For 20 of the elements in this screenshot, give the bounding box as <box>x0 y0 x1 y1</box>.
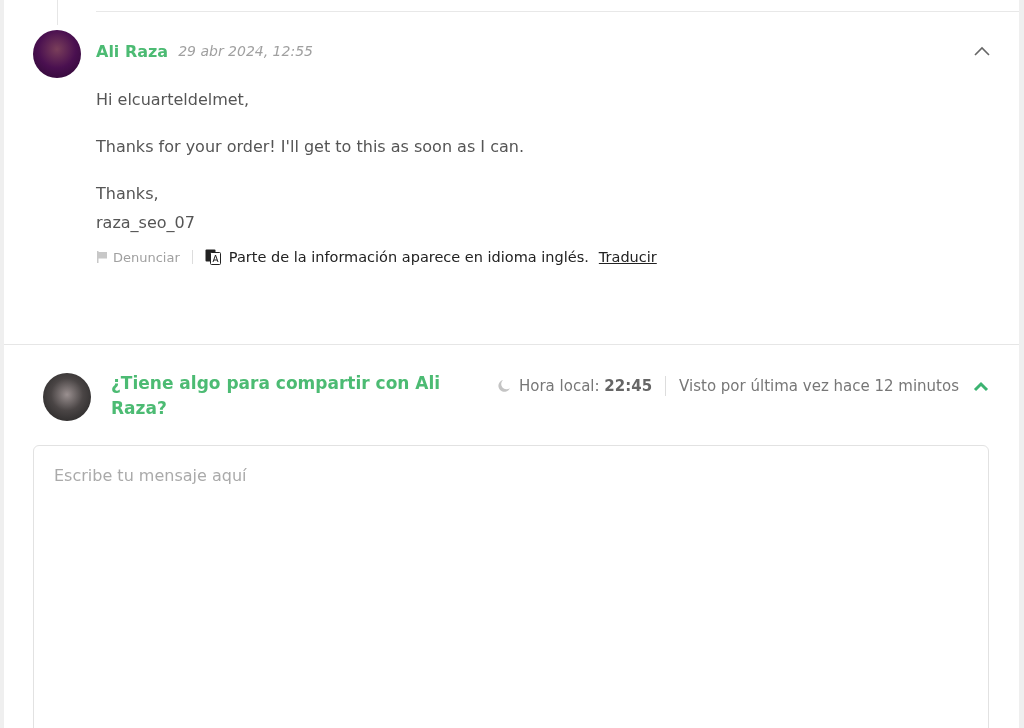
message-date: 29 abr 2024, 12:55 <box>178 43 313 59</box>
moon-icon <box>497 379 511 393</box>
translation-note: Parte de la información aparece en idioma inglés. <box>228 249 589 265</box>
composer-prompt: ¿Tiene algo para compartir con Ali Raza? <box>111 372 442 420</box>
message-text: Thanks for your order! I'll get to this as soon as I can. <box>96 136 525 158</box>
flag-icon <box>96 251 108 263</box>
translate-link[interactable]: Traducir <box>598 249 657 265</box>
report-button[interactable]: Denunciar <box>96 249 180 265</box>
translate-icon <box>204 249 221 265</box>
message-text: raza_seo_07 <box>96 212 196 234</box>
message-text: Hi elcuarteldelmet, <box>96 89 250 111</box>
message-text: Thanks, <box>96 183 160 205</box>
chevron-up-icon[interactable] <box>973 380 989 392</box>
last-seen: Visto por última vez hace 12 minutos <box>679 377 959 395</box>
author-name[interactable]: Ali Raza <box>96 41 169 61</box>
message-input[interactable]: Escribe tu mensaje aquí <box>33 445 989 728</box>
avatar <box>33 30 81 78</box>
avatar <box>43 373 91 421</box>
chevron-up-icon[interactable] <box>974 46 990 56</box>
local-time: Hora local: 22:45 <box>519 377 653 395</box>
